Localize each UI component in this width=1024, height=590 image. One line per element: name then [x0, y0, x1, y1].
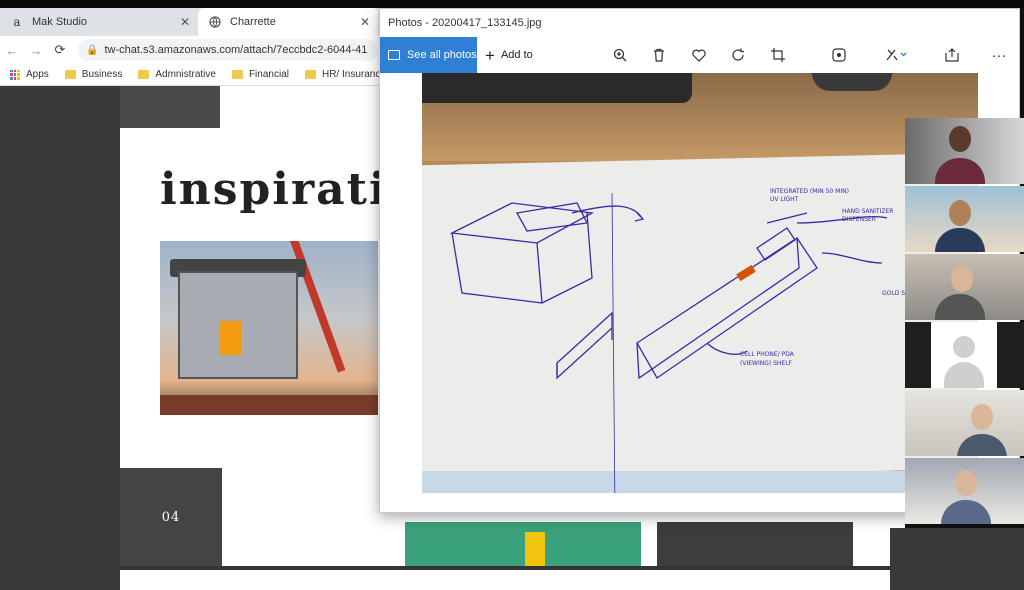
bookmark-business[interactable]: Business: [64, 69, 123, 80]
sketch-photo: INTEGRATED (MIN 50 MIN) UV LIGHT HAND SA…: [422, 73, 978, 493]
participant-head: [949, 200, 971, 226]
tab-mak-studio[interactable]: a Mak Studio ✕: [0, 8, 198, 36]
avatar: [931, 322, 997, 388]
bottom-right-panel: [890, 528, 1024, 590]
participant-body: [935, 294, 985, 320]
participant-head: [951, 266, 973, 292]
tab-label: Charrette: [230, 16, 276, 28]
reload-icon[interactable]: ⟳: [48, 42, 72, 58]
participant-video[interactable]: [905, 186, 1024, 252]
folder-icon: [138, 70, 150, 79]
tab-charrette[interactable]: Charrette ✕: [198, 8, 378, 36]
bookmark-administrative[interactable]: Admnistrative: [138, 69, 216, 80]
enhance-icon[interactable]: [825, 37, 853, 73]
crop-icon[interactable]: [764, 37, 792, 73]
strip-gray: [657, 522, 853, 566]
participant-video[interactable]: [905, 390, 1024, 456]
bookmark-hr-insurance[interactable]: HR/ Insurance: [304, 69, 386, 80]
participant-video[interactable]: [905, 118, 1024, 184]
strip-green: [405, 522, 641, 566]
sketch-annotation: UV LIGHT: [770, 196, 799, 203]
ground: [160, 395, 378, 415]
folder-icon: [231, 70, 243, 79]
folder-icon: [64, 70, 76, 79]
back-icon[interactable]: ←: [0, 43, 24, 58]
participant-head: [971, 404, 993, 430]
share-icon[interactable]: [938, 37, 966, 73]
bookmark-label: Financial: [248, 69, 289, 80]
amazon-icon: a: [13, 15, 21, 29]
url-field[interactable]: 🔒 tw-chat.s3.amazonaws.com/attach/7eccbd…: [78, 39, 378, 61]
folder-icon: [304, 70, 316, 79]
see-all-label: See all photos: [407, 49, 477, 61]
top-border: [0, 0, 1024, 8]
screen: a Mak Studio ✕ Charrette ✕ ← → ⟳ 🔒 tw-ch…: [0, 0, 1024, 590]
url-text: tw-chat.s3.amazonaws.com/attach/7eccbdc2…: [104, 44, 368, 56]
plus-icon: +: [485, 45, 495, 65]
forward-icon[interactable]: →: [24, 43, 48, 58]
photo-icon: [388, 50, 400, 60]
participant-video[interactable]: [905, 458, 1024, 524]
add-to-label: Add to: [500, 49, 533, 61]
sketch-annotation: (VIEWING) SHELF: [740, 360, 793, 367]
heart-icon[interactable]: [685, 37, 713, 73]
participant-video[interactable]: [905, 254, 1024, 320]
slide-top-band: [120, 86, 220, 128]
sketch-annotation: HAND SANITIZER: [842, 208, 893, 215]
close-icon[interactable]: ✕: [180, 15, 190, 29]
more-icon[interactable]: ···: [985, 37, 1013, 73]
bookmark-label: HR/ Insurance: [321, 69, 386, 80]
participant-body: [935, 158, 985, 184]
avatar-head: [953, 336, 975, 358]
participant-body: [941, 500, 991, 524]
worker: [220, 321, 242, 355]
edit-icon[interactable]: [878, 37, 914, 73]
strip-yellow: [525, 532, 545, 566]
participant-avatar[interactable]: [905, 322, 1024, 388]
participant-body: [957, 434, 1007, 456]
participant-head: [955, 470, 977, 496]
photos-toolbar: See all photos + Add to ···: [380, 37, 1019, 73]
see-all-photos-button[interactable]: See all photos: [380, 37, 477, 73]
close-icon[interactable]: ✕: [360, 15, 370, 29]
bookmark-label: Admnistrative: [155, 69, 216, 80]
bookmark-financial[interactable]: Financial: [231, 69, 289, 80]
participant-body: [935, 228, 985, 252]
participant-panel: [905, 118, 1024, 528]
pen-sketch: INTEGRATED (MIN 50 MIN) UV LIGHT HAND SA…: [449, 188, 929, 493]
bookmark-apps[interactable]: Apps: [10, 69, 49, 80]
avatar-body: [944, 362, 984, 388]
sketch-annotation: DISPENSER: [842, 216, 876, 223]
left-dark-panel: [0, 86, 120, 590]
zoom-icon[interactable]: [606, 37, 634, 73]
bookmark-label: Apps: [26, 69, 49, 80]
lock-icon: 🔒: [86, 44, 99, 56]
bookmark-label: Business: [81, 69, 123, 80]
sketch-annotation: CELL PHONE/ PDA: [740, 351, 795, 358]
slide-bottom-bar: [120, 566, 905, 570]
kiosk-photo: [160, 241, 378, 415]
apps-icon: [10, 69, 20, 80]
tab-label: Mak Studio: [32, 16, 88, 28]
participant-head: [949, 126, 971, 152]
rotate-icon[interactable]: [724, 37, 752, 73]
globe-icon: [208, 15, 222, 29]
delete-icon[interactable]: [645, 37, 673, 73]
window-title: Photos - 20200417_133145.jpg: [380, 9, 1019, 37]
slide-number: 04: [120, 468, 222, 566]
add-to-button[interactable]: + Add to: [485, 37, 533, 73]
sketch-annotation: INTEGRATED (MIN 50 MIN): [770, 188, 849, 195]
bottom-image-strip: [405, 522, 905, 566]
